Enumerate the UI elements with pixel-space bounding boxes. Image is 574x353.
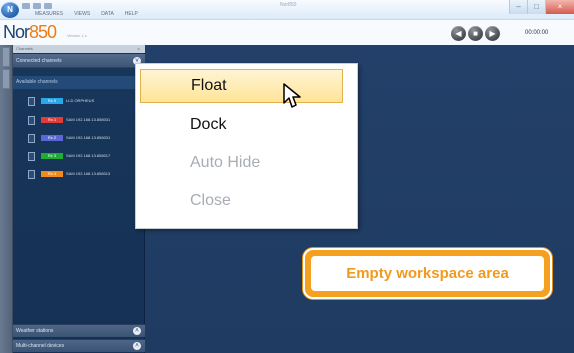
elapsed-time: 00:00:00 — [525, 30, 549, 36]
quick-access-icon[interactable] — [22, 3, 30, 9]
channel-item[interactable]: Rx 1 SAM 192.168.13.858031 — [28, 116, 141, 125]
device-icon — [28, 97, 35, 106]
dock-tab[interactable] — [2, 47, 10, 67]
application-orb[interactable]: N — [1, 2, 19, 18]
quick-access-toolbar — [22, 3, 67, 10]
quick-access-icon[interactable] — [44, 3, 52, 9]
multi-channel-devices-section[interactable]: Multi-channel devices ˄ — [13, 339, 145, 352]
channel-badge: Rx 3 — [41, 153, 63, 159]
channel-label: LLD ORPHEUS — [66, 98, 95, 103]
brand-prefix: Nor — [3, 22, 30, 42]
main-menu-bar: MEASURES VIEWS DATA HELP — [35, 11, 138, 18]
menu-item-data[interactable]: DATA — [101, 11, 114, 18]
app-logo: Nor850 — [3, 22, 57, 43]
window-title: Nor850 — [280, 2, 297, 8]
device-icon — [28, 116, 35, 125]
section-label: Available channels — [16, 79, 58, 85]
transport-controls: ◀ ■ ▶ — [451, 26, 500, 41]
channel-item[interactable]: Rx 3 SAM 192.168.13.858017 — [28, 152, 141, 161]
close-icon[interactable]: × — [137, 46, 140, 54]
channel-label: SAM 192.168.13.858013 — [66, 171, 111, 176]
workspace-callout: Empty workspace area — [303, 248, 552, 299]
section-label: Multi-channel devices — [16, 343, 65, 349]
section-label: Weather stations — [16, 328, 54, 334]
connected-channels-section[interactable]: Connected channels ˅ — [13, 54, 145, 68]
channel-item[interactable]: Rx 4 SAM 192.168.13.858013 — [28, 170, 141, 179]
stop-icon[interactable]: ■ — [468, 26, 483, 41]
quick-access-icon[interactable] — [33, 3, 41, 9]
channels-panel: Channels × Connected channels ˅ Availabl… — [13, 45, 145, 353]
dock-menu-item[interactable]: Dock — [140, 108, 343, 142]
available-channels-section[interactable]: Available channels — [13, 76, 145, 89]
channel-badge: Rx 4 — [41, 171, 63, 177]
channel-item[interactable]: Rx 0 LLD ORPHEUS — [28, 97, 141, 106]
device-icon — [28, 152, 35, 161]
menu-item-views[interactable]: VIEWS — [74, 11, 90, 18]
panel-title: Channels — [16, 46, 33, 51]
weather-stations-section[interactable]: Weather stations ˄ — [13, 324, 145, 337]
expand-icon[interactable]: ˄ — [133, 327, 141, 335]
maximize-button[interactable]: □ — [527, 0, 545, 14]
brand-bar: Nor850 Version 1.x ◀ ■ ▶ 00:00:00 — [0, 20, 574, 45]
mouse-pointer-icon — [283, 83, 301, 108]
section-label: Connected channels — [16, 58, 62, 64]
window-controls: – □ × — [509, 0, 574, 14]
menu-item-measures[interactable]: MEASURES — [35, 11, 63, 18]
close-button[interactable]: × — [545, 0, 574, 14]
device-icon — [28, 134, 35, 143]
channel-badge: Rx 0 — [41, 98, 63, 104]
auto-hide-menu-item: Auto Hide — [190, 154, 261, 171]
channel-label: SAM 192.168.13.858031 — [66, 135, 111, 140]
expand-icon[interactable]: ˄ — [133, 342, 141, 350]
menu-item-help[interactable]: HELP — [125, 11, 138, 18]
title-bar: N MEASURES VIEWS DATA HELP Nor850 – □ × — [0, 0, 574, 20]
channel-label: SAM 192.168.13.858017 — [66, 153, 111, 158]
minimize-button[interactable]: – — [509, 0, 527, 14]
application-window: N MEASURES VIEWS DATA HELP Nor850 – □ × … — [0, 0, 574, 353]
close-menu-item: Close — [190, 192, 231, 209]
callout-text: Empty workspace area — [311, 256, 544, 291]
previous-icon[interactable]: ◀ — [451, 26, 466, 41]
channel-badge: Rx 1 — [41, 117, 63, 123]
left-dock-strip — [0, 45, 13, 353]
dock-tab[interactable] — [2, 69, 10, 89]
channel-item[interactable]: Rx 2 SAM 192.168.13.858031 — [28, 134, 141, 143]
panel-header: Channels × — [13, 45, 145, 53]
brand-number: 850 — [29, 22, 57, 42]
channel-badge: Rx 2 — [41, 135, 63, 141]
channel-label: SAM 192.168.13.858031 — [66, 117, 111, 122]
dock-context-menu: Float Dock Auto Hide Close — [135, 63, 358, 229]
play-icon[interactable]: ▶ — [485, 26, 500, 41]
version-label: Version 1.x — [67, 33, 87, 38]
device-icon — [28, 170, 35, 179]
float-menu-item[interactable]: Float — [140, 69, 343, 103]
